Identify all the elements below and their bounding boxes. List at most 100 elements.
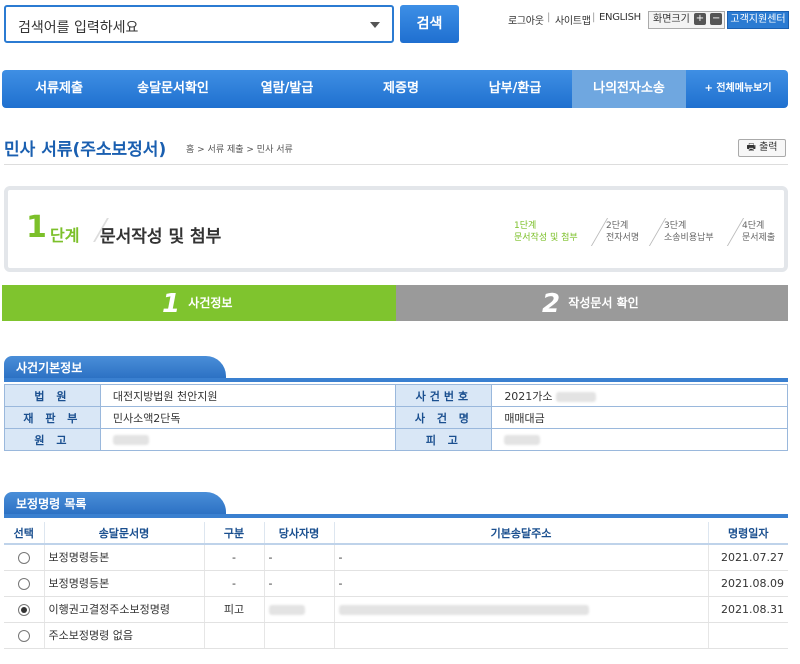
util-divider: | xyxy=(547,12,551,23)
nav-item-payment[interactable]: 납부/환급 xyxy=(458,70,572,108)
step-indicator: 1 단계 문서작성 및 첨부 1단계 문서작성 및 첨부 2단계 전자서명 3단… xyxy=(4,186,788,272)
col-select: 선택 xyxy=(4,522,44,545)
zoom-label: 화면크기 xyxy=(653,14,690,25)
substep-4-title: 4단계 xyxy=(742,221,765,231)
util-divider: | xyxy=(592,12,596,23)
value-plaintiff xyxy=(99,428,397,451)
tab-document-check[interactable]: 2 작성문서 확인 xyxy=(396,285,788,321)
zoom-in-button[interactable]: + xyxy=(694,13,706,25)
print-button[interactable]: 🖶 출력 xyxy=(738,139,786,157)
redacted-text xyxy=(556,391,597,402)
col-type: 구분 xyxy=(203,522,264,545)
type xyxy=(203,622,264,649)
type: 피고 xyxy=(203,596,264,623)
search-placeholder: 검색어를 입력하세요 xyxy=(18,20,139,36)
substep-2-label: 전자서명 xyxy=(606,233,640,243)
doc-name: 이행권고결정주소보정명령 xyxy=(43,596,204,623)
zoom-control: 화면크기 + − xyxy=(648,11,726,29)
table-row[interactable]: 주소보정명령 없음 xyxy=(4,622,788,649)
radio-cell xyxy=(4,622,44,649)
label-case-name: 사 건 명 xyxy=(395,406,493,429)
date: 2021.08.31 xyxy=(707,596,788,623)
sitemap-link[interactable]: 사이트맵 xyxy=(555,12,591,27)
all-menu-button[interactable]: + 전체메뉴보기 xyxy=(688,70,788,108)
orders-table: 선택 송달문서명 구분 당사자명 기본송달주소 명령일자 보정명령등본 - - … xyxy=(4,522,788,649)
address xyxy=(333,596,708,623)
doc-name: 보정명령등본 xyxy=(43,570,204,597)
tab-number: 1 xyxy=(162,288,181,319)
label-division: 재 판 부 xyxy=(4,406,101,429)
section-title-orders: 보정명령 목록 xyxy=(4,492,226,516)
chevron-down-icon[interactable] xyxy=(370,22,380,28)
col-doc-name: 송달문서명 xyxy=(43,522,204,545)
table-row[interactable]: 보정명령등본 - - - 2021.07.27 xyxy=(4,544,788,571)
party xyxy=(263,596,334,623)
party xyxy=(263,622,334,649)
substep-4-label: 문서제출 xyxy=(742,233,776,243)
value-defendant xyxy=(491,428,788,451)
substep-2: 2단계 전자서명 xyxy=(606,220,639,244)
table-header: 선택 송달문서명 구분 당사자명 기본송달주소 명령일자 xyxy=(4,522,788,545)
value-division: 민사소액2단독 xyxy=(99,406,397,429)
address: - xyxy=(333,570,708,597)
substep-1-label: 문서작성 및 첨부 xyxy=(514,233,578,243)
substep-3-title: 3단계 xyxy=(664,221,687,231)
doc-name: 주소보정명령 없음 xyxy=(43,622,204,649)
radio-cell xyxy=(4,596,44,623)
search-button[interactable]: 검색 xyxy=(400,5,459,43)
label-case-number: 사건번호 xyxy=(395,384,493,407)
radio-cell xyxy=(4,544,44,571)
value-case-name: 매매대금 xyxy=(491,406,788,429)
slash-divider xyxy=(581,218,609,246)
step-number: 1 xyxy=(26,210,47,245)
doc-name: 보정명령등본 xyxy=(43,544,204,571)
english-link[interactable]: ENGLISH xyxy=(599,12,641,23)
step-word: 단계 xyxy=(50,226,80,245)
table-row[interactable]: 보정명령등본 - - - 2021.08.09 xyxy=(4,570,788,597)
tab-label: 작성문서 확인 xyxy=(568,296,639,310)
substep-1: 1단계 문서작성 및 첨부 xyxy=(514,220,578,244)
type: - xyxy=(203,544,264,571)
col-date: 명령일자 xyxy=(707,522,788,545)
substep-2-title: 2단계 xyxy=(606,221,629,231)
print-label: 출력 xyxy=(759,142,778,153)
substep-1-title: 1단계 xyxy=(514,221,537,231)
date: 2021.07.27 xyxy=(707,544,788,571)
support-center-button[interactable]: 고객지원센터 xyxy=(727,11,789,29)
breadcrumb: 홈 > 서류 제출 > 민사 서류 xyxy=(186,145,293,155)
label-plaintiff: 원 고 xyxy=(4,428,101,451)
address xyxy=(333,622,708,649)
nav-item-submit[interactable]: 서류제출 xyxy=(2,70,116,108)
substep-3: 3단계 소송비용납부 xyxy=(664,220,714,244)
select-radio-checked[interactable] xyxy=(17,603,30,616)
table-row: 법 원 대전지방법원 천안지원 사건번호 2021가소 xyxy=(4,384,788,407)
logout-link[interactable]: 로그아웃 xyxy=(508,12,544,27)
party: - xyxy=(263,570,334,597)
nav-item-delivery[interactable]: 송달문서확인 xyxy=(116,70,230,108)
tab-label: 사건정보 xyxy=(188,296,233,310)
slash-divider xyxy=(717,218,745,246)
search-input[interactable]: 검색어를 입력하세요 xyxy=(4,5,394,43)
col-address: 기본송달주소 xyxy=(333,522,708,545)
date xyxy=(707,622,788,649)
case-info-table: 법 원 대전지방법원 천안지원 사건번호 2021가소 재 판 부 민사소액2단… xyxy=(4,384,788,451)
radio-cell xyxy=(4,570,44,597)
nav-item-view[interactable]: 열람/발급 xyxy=(230,70,344,108)
main-nav: 서류제출 송달문서확인 열람/발급 제증명 납부/환급 나의전자소송 + 전체메… xyxy=(2,70,788,108)
nav-item-my-litigation[interactable]: 나의전자소송 xyxy=(572,70,686,108)
section-title-case-info: 사건기본정보 xyxy=(4,356,226,380)
redacted-text xyxy=(504,435,541,445)
case-number-text: 2021가소 xyxy=(504,389,553,403)
select-radio[interactable] xyxy=(17,577,30,590)
substep-4: 4단계 문서제출 xyxy=(742,220,775,244)
address: - xyxy=(333,544,708,571)
divider xyxy=(4,164,788,165)
tab-case-info[interactable]: 1 사건정보 xyxy=(2,285,396,321)
value-court: 대전지방법원 천안지원 xyxy=(99,384,397,407)
nav-item-certificate[interactable]: 제증명 xyxy=(344,70,458,108)
label-defendant: 피 고 xyxy=(395,428,493,451)
zoom-out-button[interactable]: − xyxy=(710,13,723,25)
table-row[interactable]: 이행권고결정주소보정명령 피고 2021.08.31 xyxy=(4,596,788,623)
select-radio[interactable] xyxy=(17,551,30,564)
select-radio[interactable] xyxy=(17,629,30,642)
